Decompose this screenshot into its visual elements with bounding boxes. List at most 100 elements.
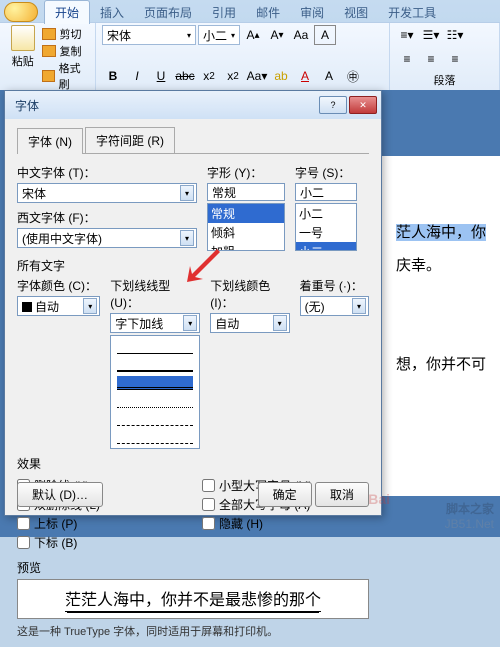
style-listbox[interactable]: 常规 倾斜 加粗 xyxy=(207,203,285,251)
style-label: 字形 (Y)： xyxy=(207,164,285,181)
align-right-button[interactable]: ≡ xyxy=(444,49,466,69)
underline-color-label: 下划线颜色 (I)： xyxy=(210,277,289,311)
chevron-down-icon: ▾ xyxy=(273,315,287,331)
all-text-label: 所有文字 xyxy=(17,257,369,274)
wn-font-combo[interactable]: (使用中文字体)▾ xyxy=(17,228,197,248)
hidden-checkbox[interactable]: 隐藏 (H) xyxy=(202,515,312,532)
underline-option-double[interactable] xyxy=(117,376,193,390)
style-input[interactable]: 常规 xyxy=(207,183,285,201)
list-item[interactable]: 常规 xyxy=(208,204,284,223)
font-name-select[interactable]: 宋体▾ xyxy=(102,25,196,45)
list-item[interactable]: 小二 xyxy=(296,204,356,223)
underline-dropdown-list[interactable] xyxy=(110,335,200,449)
dialog-tab-font[interactable]: 字体 (N) xyxy=(17,128,83,154)
underline-style-label: 下划线线型 (U)： xyxy=(110,277,200,311)
wn-font-label: 西文字体 (F)： xyxy=(17,209,197,226)
underline-option-single[interactable] xyxy=(117,340,193,354)
bullets-button[interactable]: ≡▾ xyxy=(396,25,418,45)
highlight-button[interactable]: ab xyxy=(270,66,292,86)
enclose-button[interactable]: ㊥ xyxy=(342,66,364,86)
list-item[interactable]: 小二 xyxy=(296,242,356,251)
sup-button[interactable]: x2 xyxy=(222,66,244,86)
doc-text: 想，你并不可 xyxy=(396,348,500,381)
chevron-down-icon: ▾ xyxy=(352,298,366,314)
superscript-checkbox[interactable]: 上标 (P) xyxy=(17,515,100,532)
size-input[interactable]: 小二 xyxy=(295,183,357,201)
ok-button[interactable]: 确定 xyxy=(258,482,312,507)
align-left-button[interactable]: ≡ xyxy=(396,49,418,69)
underline-color-combo[interactable]: 自动▾ xyxy=(210,313,289,333)
default-button[interactable]: 默认 (D)… xyxy=(17,482,103,507)
underline-option-thick[interactable] xyxy=(117,358,193,372)
underline-option-dotted[interactable] xyxy=(117,394,193,408)
italic-button[interactable]: I xyxy=(126,66,148,86)
chevron-down-icon: ▾ xyxy=(180,185,194,201)
dialog-titlebar[interactable]: 字体 ? ✕ xyxy=(5,91,381,119)
close-button[interactable]: ✕ xyxy=(349,96,377,114)
paragraph-label: 段落 xyxy=(396,72,493,88)
underline-button[interactable]: U xyxy=(150,66,172,86)
brush-icon xyxy=(42,70,55,82)
bold-button[interactable]: B xyxy=(102,66,124,86)
font-group: 宋体▾ 小二▾ A▴ A▾ Aa A B I U abc x2 x2 Aa▾ a… xyxy=(96,23,390,90)
document-page[interactable]: 茫人海中，你 庆幸。 想，你并不可 xyxy=(382,156,500,496)
align-center-button[interactable]: ≡ xyxy=(420,49,442,69)
multilevel-button[interactable]: ☷▾ xyxy=(444,25,466,45)
chevron-down-icon: ▾ xyxy=(183,315,197,331)
cn-font-label: 中文字体 (T)： xyxy=(17,164,197,181)
font-color-label: 字体颜色 (C)： xyxy=(17,277,100,294)
copy-button[interactable]: 复制 xyxy=(42,43,89,59)
tab-references[interactable]: 引用 xyxy=(202,1,246,24)
paste-button[interactable]: 粘贴 xyxy=(6,25,40,93)
list-item[interactable]: 倾斜 xyxy=(208,223,284,242)
selected-text: 茫人海中，你 xyxy=(396,224,486,241)
tab-layout[interactable]: 页面布局 xyxy=(134,1,202,24)
cn-font-combo[interactable]: 宋体▾ xyxy=(17,183,197,203)
emphasis-label: 着重号 (·)： xyxy=(300,277,369,294)
effects-label: 效果 xyxy=(17,455,369,472)
copy-icon xyxy=(42,45,56,57)
paste-icon xyxy=(11,25,35,51)
format-painter-button[interactable]: 格式刷 xyxy=(42,60,89,92)
shrink-font-button[interactable]: A▾ xyxy=(266,25,288,45)
size-listbox[interactable]: 小二 一号 小二 xyxy=(295,203,357,251)
numbering-button[interactable]: ☰▾ xyxy=(420,25,442,45)
help-button[interactable]: ? xyxy=(319,96,347,114)
office-button[interactable] xyxy=(4,2,38,22)
grow-font-button[interactable]: A▴ xyxy=(242,25,264,45)
tab-review[interactable]: 审阅 xyxy=(290,1,334,24)
paste-label: 粘贴 xyxy=(12,53,34,69)
chevron-down-icon: ▾ xyxy=(83,298,97,314)
font-preview: 茫茫人海中，你并不是最悲惨的那个 xyxy=(17,579,369,619)
char-shading-button[interactable]: A xyxy=(318,66,340,86)
tab-mail[interactable]: 邮件 xyxy=(246,1,290,24)
font-size-select[interactable]: 小二▾ xyxy=(198,25,240,45)
ribbon: 粘贴 剪切 复制 格式刷 宋体▾ 小二▾ A▴ A▾ Aa A B I xyxy=(0,22,500,90)
clear-format-button[interactable]: Aa xyxy=(290,25,312,45)
tab-insert[interactable]: 插入 xyxy=(90,1,134,24)
font-color-combo[interactable]: 自动▾ xyxy=(17,296,100,316)
sub-button[interactable]: x2 xyxy=(198,66,220,86)
dialog-tab-spacing[interactable]: 字符间距 (R) xyxy=(85,127,175,153)
underline-style-combo[interactable]: 字下加线▾ xyxy=(110,313,200,333)
cancel-button[interactable]: 取消 xyxy=(315,482,369,507)
baidu-watermark: Bai xyxy=(368,491,390,507)
size-label: 字号 (S)： xyxy=(295,164,357,181)
chevron-down-icon: ▾ xyxy=(180,230,194,246)
scissors-icon xyxy=(42,28,56,40)
list-item[interactable]: 一号 xyxy=(296,223,356,242)
tab-view[interactable]: 视图 xyxy=(334,1,378,24)
emphasis-combo[interactable]: (无)▾ xyxy=(300,296,369,316)
cut-button[interactable]: 剪切 xyxy=(42,26,89,42)
underline-option-dashed-long[interactable] xyxy=(117,430,193,444)
change-case-button[interactable]: Aa▾ xyxy=(246,66,268,86)
font-dialog: 字体 ? ✕ 字体 (N) 字符间距 (R) 中文字体 (T)： 宋体▾ 西文字… xyxy=(4,90,382,516)
underline-option-dashed[interactable] xyxy=(117,412,193,426)
strike-button[interactable]: abc xyxy=(174,66,196,86)
font-color-button[interactable]: A xyxy=(294,66,316,86)
list-item[interactable]: 加粗 xyxy=(208,242,284,251)
tab-home[interactable]: 开始 xyxy=(44,0,90,24)
char-border-button[interactable]: A xyxy=(314,25,336,45)
site-watermark: 脚本之家 JB51.Net xyxy=(445,502,494,533)
tab-dev[interactable]: 开发工具 xyxy=(378,1,446,24)
